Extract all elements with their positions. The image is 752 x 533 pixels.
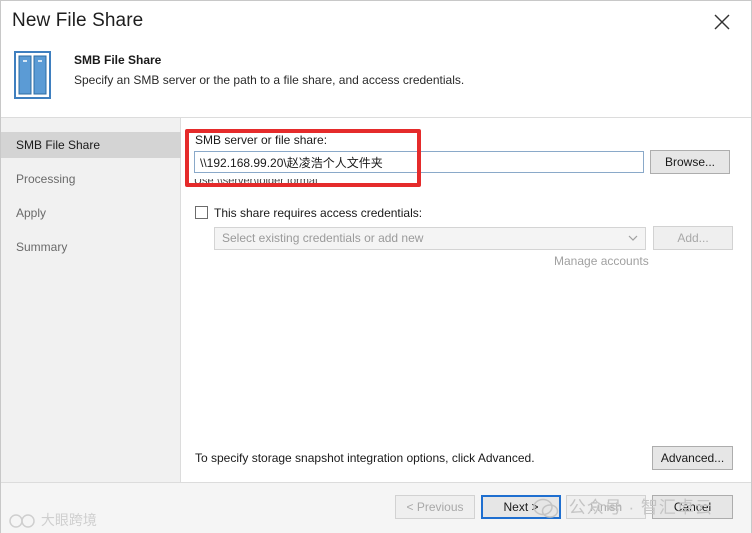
- finish-button[interactable]: Finish: [566, 495, 646, 519]
- wizard-sidebar: SMB File Share Processing Apply Summary: [1, 118, 181, 482]
- watermark-left: 大眼跨境: [9, 510, 97, 530]
- credentials-checkbox[interactable]: [195, 206, 208, 219]
- next-button[interactable]: Next >: [481, 495, 561, 519]
- browse-button[interactable]: Browse...: [650, 150, 730, 174]
- credentials-checkbox-label: This share requires access credentials:: [214, 206, 423, 220]
- server-label: SMB server or file share:: [195, 133, 328, 147]
- close-button[interactable]: [709, 10, 735, 34]
- header-title: SMB File Share: [74, 53, 162, 67]
- sidebar-item-smb-file-share[interactable]: SMB File Share: [1, 132, 181, 158]
- previous-button[interactable]: < Previous: [395, 495, 475, 519]
- watermark-logo-icon: [9, 514, 35, 529]
- advanced-button[interactable]: Advanced...: [652, 446, 733, 470]
- chevron-down-icon: [628, 235, 638, 241]
- manage-accounts-link[interactable]: Manage accounts: [554, 254, 649, 268]
- add-credentials-button[interactable]: Add...: [653, 226, 733, 250]
- sidebar-item-apply[interactable]: Apply: [1, 200, 181, 226]
- file-share-icon: [14, 51, 51, 99]
- sidebar-item-summary[interactable]: Summary: [1, 234, 181, 260]
- cancel-button[interactable]: Cancel: [652, 495, 733, 519]
- advanced-hint-text: To specify storage snapshot integration …: [195, 451, 535, 465]
- new-file-share-dialog: New File Share SMB File Share Specify an…: [0, 0, 752, 533]
- header-description: Specify an SMB server or the path to a f…: [74, 73, 465, 87]
- close-icon: [714, 14, 730, 30]
- sidebar-item-processing[interactable]: Processing: [1, 166, 181, 192]
- credentials-select-placeholder: Select existing credentials or add new: [222, 231, 424, 245]
- window-title: New File Share: [12, 10, 144, 31]
- credentials-select[interactable]: Select existing credentials or add new: [214, 227, 646, 250]
- server-path-input[interactable]: [194, 151, 644, 173]
- path-format-hint: Use \\server\folder format: [194, 179, 319, 187]
